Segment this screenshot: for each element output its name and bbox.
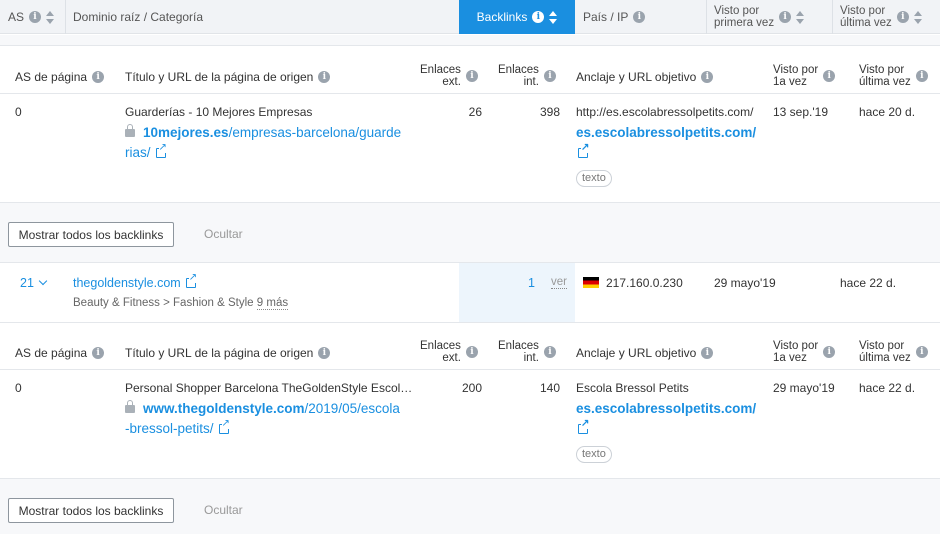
- info-icon[interactable]: i: [701, 71, 714, 83]
- sort-icon[interactable]: [796, 10, 805, 24]
- external-link-icon[interactable]: [218, 419, 230, 434]
- backlinks-count[interactable]: 1: [528, 276, 535, 290]
- ext-links-value: 200: [461, 381, 482, 395]
- col-as-header[interactable]: AS i: [8, 0, 64, 34]
- lock-icon: [125, 124, 135, 137]
- detail-header-title-url: Título y URL de la página de origen i: [125, 346, 331, 360]
- info-icon[interactable]: i: [915, 346, 928, 358]
- last-seen-value: hace 20 d.: [859, 105, 916, 119]
- ext-links-value: 26: [468, 105, 482, 119]
- external-link-icon[interactable]: [578, 143, 590, 158]
- info-icon[interactable]: i: [532, 11, 545, 23]
- external-link-icon[interactable]: [185, 273, 198, 288]
- col-first-seen-header[interactable]: Visto por primera vez i: [714, 0, 826, 34]
- detail-header-page-as: AS de página i: [15, 70, 105, 84]
- ip-address: 217.160.0.230: [583, 276, 683, 290]
- info-icon[interactable]: i: [701, 347, 714, 359]
- last-seen-value: hace 22 d.: [859, 381, 916, 395]
- backlinks-column-highlight: [459, 263, 575, 322]
- germany-flag-icon: [583, 277, 599, 288]
- sort-icon[interactable]: [549, 10, 558, 24]
- info-icon[interactable]: i: [92, 71, 105, 83]
- lock-icon: [125, 400, 135, 413]
- detail-header-ext: Enlaces ext. i: [420, 64, 478, 88]
- detail-header-ext: Enlaces ext. i: [420, 340, 478, 364]
- first-seen-value: 29 mayo'19: [773, 381, 835, 395]
- detail-header-int: Enlaces int. i: [498, 64, 556, 88]
- source-page-title: Personal Shopper Barcelona TheGoldenStyl…: [125, 381, 413, 395]
- int-links-value: 398: [539, 105, 560, 119]
- info-icon[interactable]: i: [29, 11, 42, 23]
- anchor-text: http://es.escolabressolpetits.com/: [576, 105, 754, 119]
- info-icon[interactable]: i: [318, 347, 331, 359]
- source-page-title: Guarderías - 10 Mejores Empresas: [125, 105, 313, 119]
- info-icon[interactable]: i: [633, 11, 646, 23]
- detail-header-first-seen: Visto por 1a vez i: [773, 64, 836, 88]
- info-icon[interactable]: i: [465, 70, 478, 82]
- detail-header-last-seen: Visto por última vez i: [859, 340, 928, 364]
- domain-as-toggle[interactable]: 21: [20, 276, 48, 290]
- detail-header-anchor: Anclaje y URL objetivo i: [576, 70, 714, 84]
- domain-link[interactable]: thegoldenstyle.com: [73, 273, 198, 290]
- domain-first-seen: 29 mayo'19: [714, 276, 776, 290]
- detail-header-title-url: Título y URL de la página de origen i: [125, 70, 331, 84]
- hide-button[interactable]: Ocultar: [204, 227, 243, 241]
- info-icon[interactable]: i: [465, 346, 478, 358]
- sort-icon[interactable]: [46, 10, 55, 24]
- page-as-value: 0: [15, 105, 22, 119]
- detail-header-first-seen: Visto por 1a vez i: [773, 340, 836, 364]
- source-url-link[interactable]: www.thegoldenstyle.com/2019/05/escola -br…: [125, 399, 400, 439]
- info-icon[interactable]: i: [92, 347, 105, 359]
- first-seen-value: 13 sep.'19: [773, 105, 829, 119]
- info-icon[interactable]: i: [915, 70, 928, 82]
- col-backlinks-header[interactable]: Backlinks i: [459, 0, 575, 34]
- domain-last-seen: hace 22 d.: [840, 276, 897, 290]
- link-type-tag: texto: [576, 446, 612, 463]
- info-icon[interactable]: i: [896, 11, 909, 23]
- info-icon[interactable]: i: [823, 346, 836, 358]
- target-url-link[interactable]: es.escolabressolpetits.com/: [576, 123, 756, 163]
- link-type-tag: texto: [576, 170, 612, 187]
- col-last-seen-header[interactable]: Visto por última vez i: [840, 0, 938, 34]
- domain-category: Beauty & Fitness > Fashion & Style 9 más: [73, 297, 289, 310]
- detail-header-anchor: Anclaje y URL objetivo i: [576, 346, 714, 360]
- table-header: AS i Dominio raíz / Categoría Backlinks …: [0, 0, 940, 34]
- hide-button[interactable]: Ocultar: [204, 503, 243, 517]
- external-link-icon[interactable]: [578, 419, 590, 434]
- int-links-value: 140: [539, 381, 560, 395]
- detail-header-page-as: AS de página i: [15, 346, 105, 360]
- info-icon[interactable]: i: [779, 11, 792, 23]
- info-icon[interactable]: i: [543, 346, 556, 358]
- detail-header-last-seen: Visto por última vez i: [859, 64, 928, 88]
- show-all-backlinks-button[interactable]: Mostrar todos los backlinks: [8, 222, 174, 247]
- sort-icon[interactable]: [913, 10, 922, 24]
- col-domain-header: Dominio raíz / Categoría: [73, 10, 204, 24]
- info-icon[interactable]: i: [318, 71, 331, 83]
- anchor-text: Escola Bressol Petits: [576, 381, 689, 395]
- external-link-icon[interactable]: [155, 143, 167, 158]
- show-all-backlinks-button[interactable]: Mostrar todos los backlinks: [8, 498, 174, 523]
- source-url-link[interactable]: 10mejores.es/empresas-barcelona/guarde ri…: [125, 123, 401, 163]
- col-country-header: País / IP i: [583, 0, 701, 34]
- detail-header-int: Enlaces int. i: [498, 340, 556, 364]
- chevron-down-icon: [38, 276, 48, 286]
- more-categories-link[interactable]: 9 más: [256, 297, 289, 310]
- page-as-value: 0: [15, 381, 22, 395]
- target-url-link[interactable]: es.escolabressolpetits.com/: [576, 399, 756, 439]
- view-link[interactable]: ver: [551, 276, 567, 289]
- info-icon[interactable]: i: [823, 70, 836, 82]
- info-icon[interactable]: i: [543, 70, 556, 82]
